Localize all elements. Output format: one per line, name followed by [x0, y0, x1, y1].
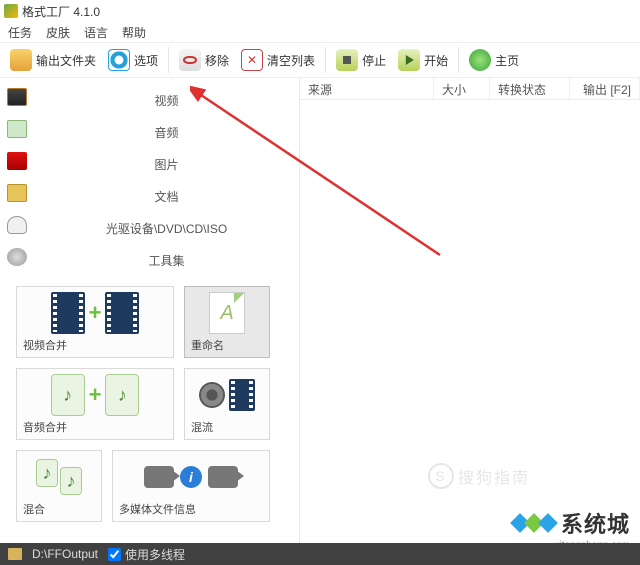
- camera-icon: [208, 466, 238, 488]
- menu-task[interactable]: 任务: [8, 24, 32, 41]
- title-bar: 格式工厂 4.1.0: [0, 0, 640, 22]
- folder-icon[interactable]: [8, 548, 22, 560]
- tile-audio-merge[interactable]: + 音频合并: [16, 368, 174, 440]
- tile-label: 多媒体文件信息: [119, 501, 196, 517]
- output-folder-button[interactable]: 输出文件夹: [4, 45, 102, 75]
- status-bar: D:\FFOutput 使用多线程: [0, 543, 640, 565]
- tools-tiles: + 视频合并 重命名 + 音频合并 混流 混合 i 多媒体文件信息: [0, 280, 299, 528]
- tile-mix[interactable]: 混合: [16, 450, 102, 522]
- tools-icon[interactable]: [7, 248, 27, 266]
- category-optical[interactable]: 光驱设备\DVD\CD\ISO: [34, 216, 299, 240]
- tile-rename[interactable]: 重命名: [184, 286, 270, 358]
- tile-label: 音频合并: [23, 419, 67, 435]
- options-icon: [108, 49, 130, 71]
- separator: [458, 47, 459, 73]
- category-video[interactable]: 视频: [34, 88, 299, 112]
- tile-mux[interactable]: 混流: [184, 368, 270, 440]
- optical-icon[interactable]: [7, 216, 27, 234]
- separator: [325, 47, 326, 73]
- document-icon[interactable]: [7, 184, 27, 202]
- tile-label: 视频合并: [23, 337, 67, 353]
- multithread-label: 使用多线程: [125, 546, 185, 563]
- category-tools[interactable]: 工具集: [34, 248, 299, 272]
- remove-button[interactable]: 移除: [173, 45, 235, 75]
- start-label: 开始: [424, 52, 448, 69]
- col-state[interactable]: 转换状态: [490, 78, 570, 99]
- col-size[interactable]: 大小: [434, 78, 490, 99]
- menu-bar: 任务 皮肤 语言 帮助: [0, 22, 640, 42]
- app-title: 格式工厂 4.1.0: [22, 3, 100, 20]
- multithread-toggle[interactable]: 使用多线程: [108, 546, 185, 563]
- home-label: 主页: [495, 52, 519, 69]
- tile-label: 混流: [191, 419, 213, 435]
- tile-video-merge[interactable]: + 视频合并: [16, 286, 174, 358]
- stop-label: 停止: [362, 52, 386, 69]
- category-picture[interactable]: 图片: [34, 152, 299, 176]
- separator: [168, 47, 169, 73]
- menu-skin[interactable]: 皮肤: [46, 24, 70, 41]
- film-icon: [105, 292, 139, 334]
- col-source[interactable]: 来源: [300, 78, 434, 99]
- category-audio[interactable]: 音频: [34, 120, 299, 144]
- remove-icon: [179, 49, 201, 71]
- note-icon: [51, 374, 85, 416]
- tile-media-info[interactable]: i 多媒体文件信息: [112, 450, 270, 522]
- category-list: 视频 音频 图片 文档 光驱设备\DVD\CD\ISO 工具集: [34, 78, 299, 280]
- output-path[interactable]: D:\FFOutput: [32, 547, 98, 561]
- menu-lang[interactable]: 语言: [84, 24, 108, 41]
- film-icon: [51, 292, 85, 334]
- film-icon: [229, 379, 255, 411]
- note-icon: [105, 374, 139, 416]
- plus-icon: +: [89, 300, 102, 326]
- tile-label: 重命名: [191, 337, 224, 353]
- stop-icon: [336, 49, 358, 71]
- options-button[interactable]: 选项: [102, 45, 164, 75]
- picture-icon[interactable]: [7, 152, 27, 170]
- col-output[interactable]: 输出 [F2]: [570, 78, 640, 99]
- clear-label: 清空列表: [267, 52, 315, 69]
- clear-button[interactable]: 清空列表: [235, 45, 321, 75]
- toolbar: 输出文件夹 选项 移除 清空列表 停止 开始 主页: [0, 42, 640, 78]
- category-document[interactable]: 文档: [34, 184, 299, 208]
- folder-icon: [10, 49, 32, 71]
- output-folder-label: 输出文件夹: [36, 52, 96, 69]
- reel-icon: [199, 382, 225, 408]
- menu-help[interactable]: 帮助: [122, 24, 146, 41]
- clear-icon: [241, 49, 263, 71]
- rename-doc-icon: [209, 292, 245, 334]
- mix-icon: [36, 459, 82, 495]
- tile-label: 混合: [23, 501, 45, 517]
- grid-header: 来源 大小 转换状态 输出 [F2]: [300, 78, 640, 100]
- left-panel: 视频 音频 图片 文档 光驱设备\DVD\CD\ISO 工具集 + 视频合并 重…: [0, 78, 300, 543]
- home-icon: [469, 49, 491, 71]
- remove-label: 移除: [205, 52, 229, 69]
- info-icon: i: [180, 466, 202, 488]
- category-icon-strip: [0, 78, 34, 280]
- home-button[interactable]: 主页: [463, 45, 525, 75]
- multithread-checkbox[interactable]: [108, 548, 121, 561]
- app-icon: [4, 4, 18, 18]
- audio-icon[interactable]: [7, 120, 27, 138]
- camera-icon: [144, 466, 174, 488]
- video-icon[interactable]: [7, 88, 27, 106]
- options-label: 选项: [134, 52, 158, 69]
- plus-icon: +: [89, 382, 102, 408]
- stop-button[interactable]: 停止: [330, 45, 392, 75]
- start-button[interactable]: 开始: [392, 45, 454, 75]
- right-panel: 来源 大小 转换状态 输出 [F2]: [300, 78, 640, 543]
- start-icon: [398, 49, 420, 71]
